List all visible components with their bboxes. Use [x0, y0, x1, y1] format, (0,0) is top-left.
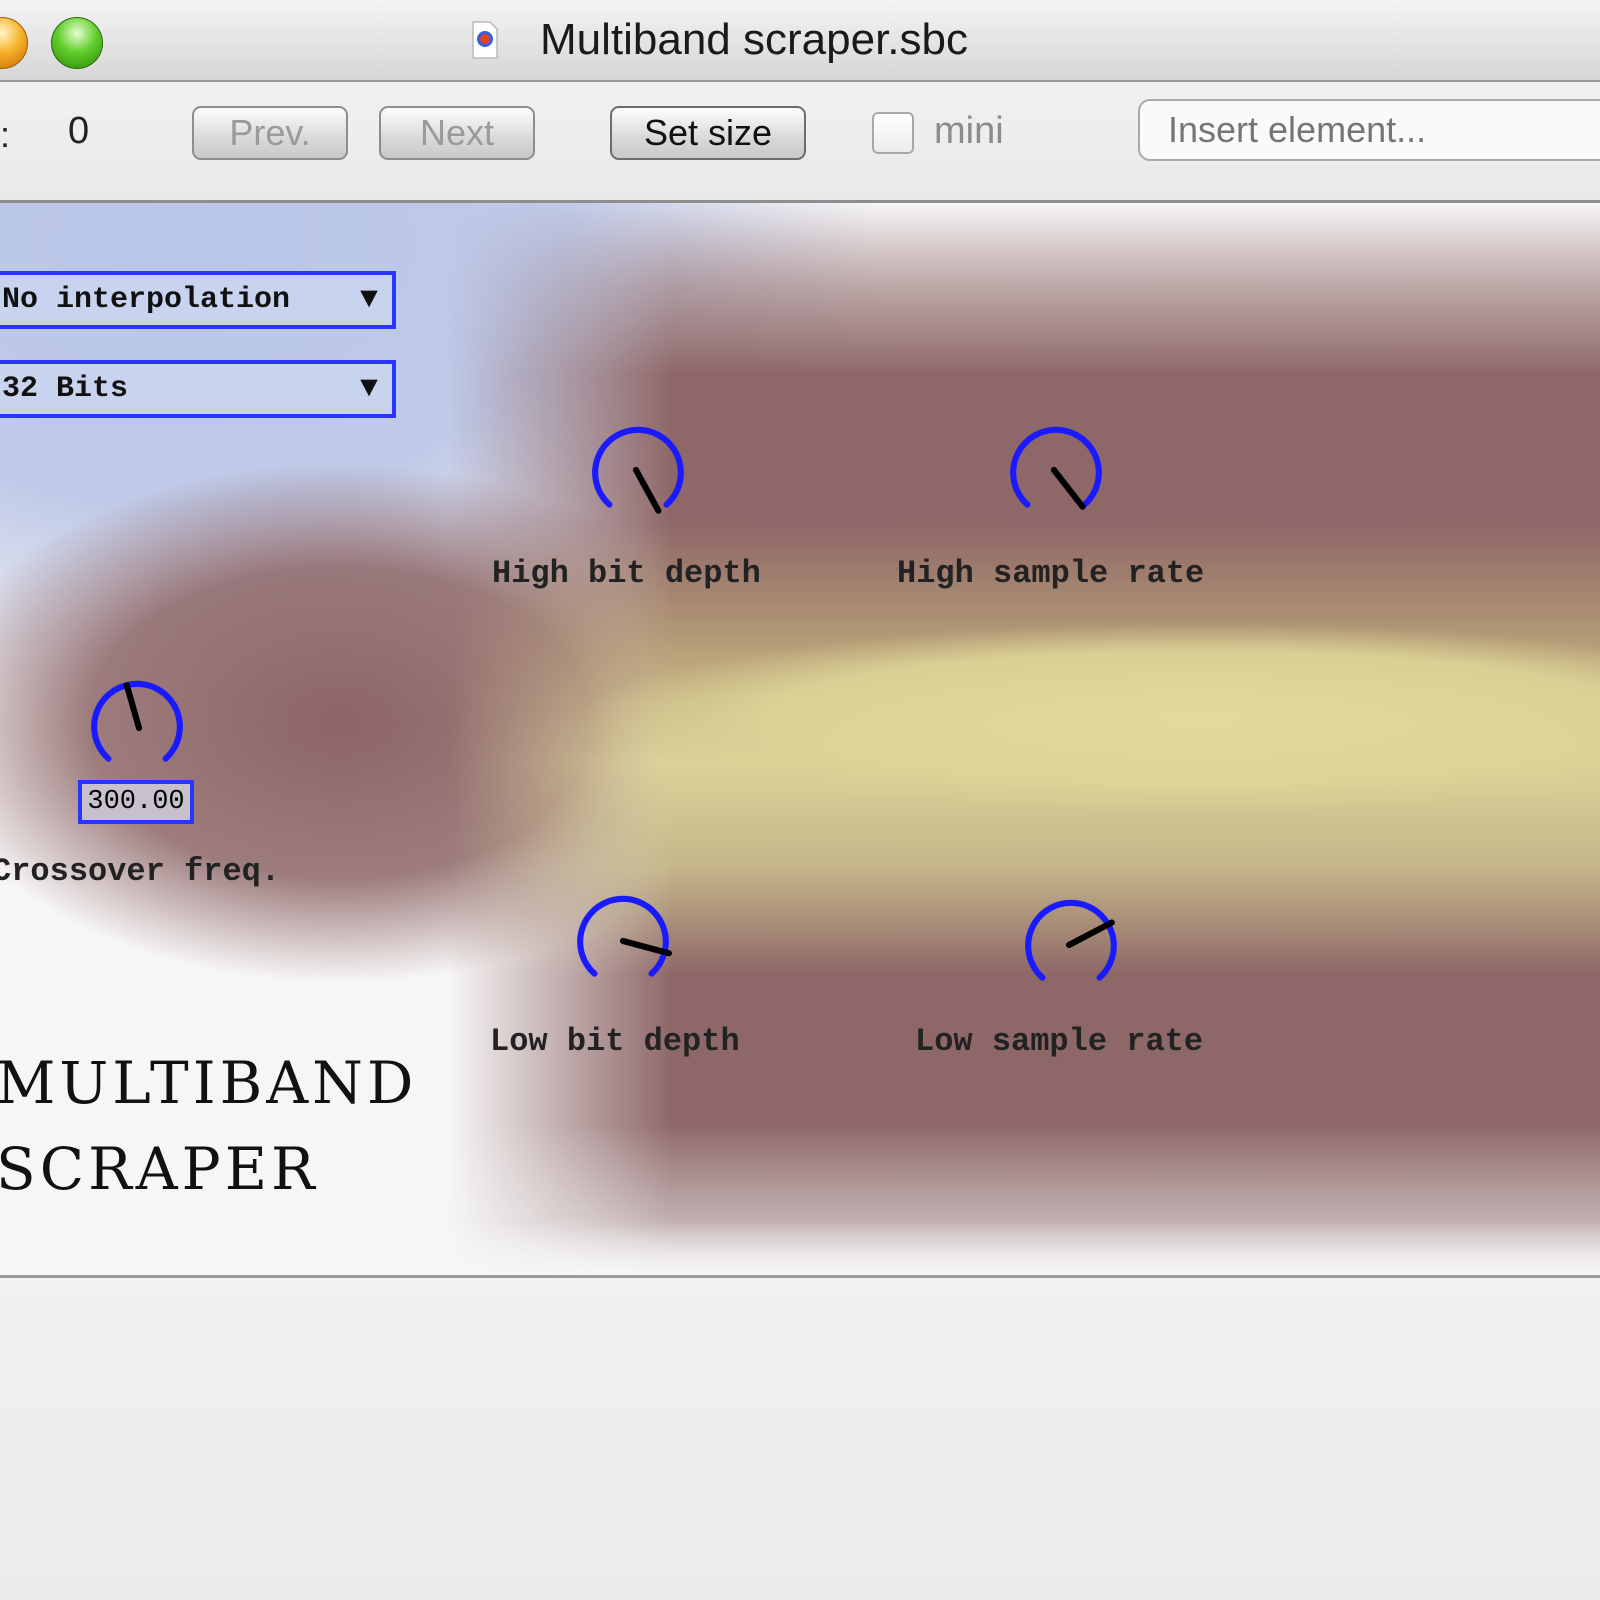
low-bit-depth-label: Low bit depth	[490, 1023, 740, 1060]
crossover-freq-knob[interactable]	[86, 675, 188, 777]
dropdown-arrow-icon: ▼	[359, 283, 378, 317]
prev-button[interactable]: Prev.	[192, 106, 348, 160]
mini-checkbox[interactable]	[872, 112, 914, 154]
logo-line-1: MULTIBAND	[0, 1049, 418, 1117]
set-size-button[interactable]: Set size	[610, 106, 806, 160]
bits-value: 32 Bits	[2, 372, 129, 406]
crossover-freq-value[interactable]: 300.00	[78, 780, 194, 824]
window-title: Multiband scraper.sbc	[540, 15, 968, 64]
zoom-button[interactable]	[51, 17, 103, 69]
next-button[interactable]: Next	[379, 106, 535, 160]
high-bit-depth-knob[interactable]	[587, 421, 689, 523]
high-sample-rate-label: High sample rate	[897, 555, 1205, 592]
bits-dropdown[interactable]: 32 Bits ▼	[0, 360, 396, 418]
mini-label: mini	[934, 110, 1004, 152]
status-area	[0, 1278, 1600, 1600]
logo-line-2: SCRAPER	[0, 1135, 319, 1203]
toolbar-colon: :	[0, 114, 11, 155]
low-sample-rate-label: Low sample rate	[915, 1023, 1204, 1060]
insert-element-field[interactable]	[1138, 99, 1600, 161]
low-bit-depth-knob[interactable]	[572, 890, 674, 992]
interpolation-dropdown[interactable]: No interpolation ▼	[0, 271, 396, 329]
high-bit-depth-label: High bit depth	[492, 555, 761, 592]
low-sample-rate-knob[interactable]	[1020, 894, 1122, 996]
title-bar: Multiband scraper.sbc	[0, 0, 1600, 82]
dropdown-arrow-icon: ▼	[359, 372, 378, 406]
crossover-freq-label: Crossover freq.	[0, 853, 281, 890]
high-sample-rate-knob[interactable]	[1005, 421, 1107, 523]
interpolation-value: No interpolation	[2, 283, 291, 317]
plugin-canvas: No interpolation ▼ 32 Bits ▼ 300.00 Cros…	[0, 203, 1600, 1275]
document-icon	[472, 21, 498, 59]
element-count: 0	[68, 110, 90, 152]
minimize-button[interactable]	[0, 17, 28, 69]
